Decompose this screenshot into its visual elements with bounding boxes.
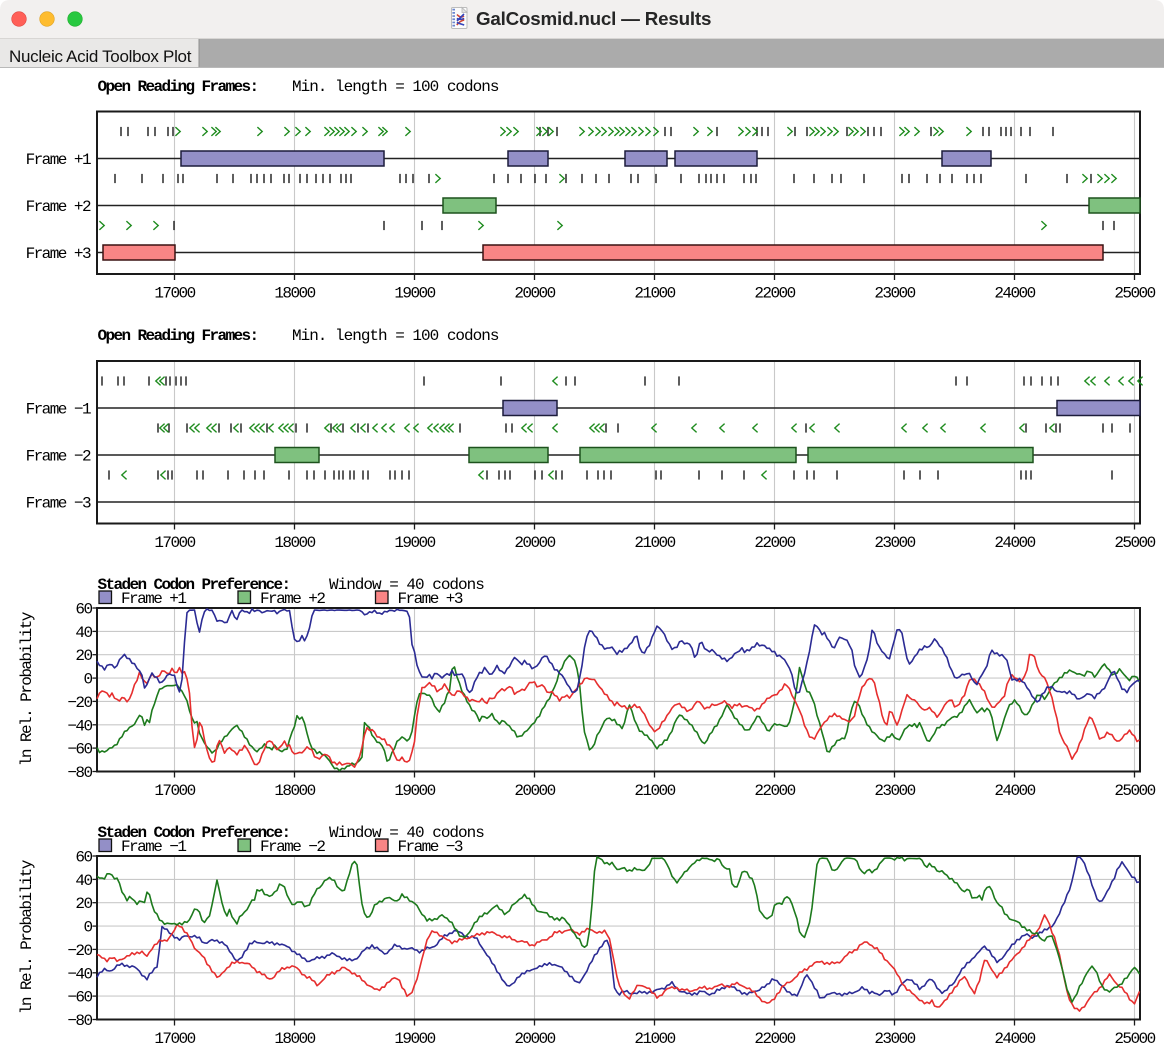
- svg-text:40: 40: [75, 624, 92, 642]
- svg-text:17000: 17000: [154, 1030, 195, 1048]
- svg-text:25000: 25000: [1114, 534, 1155, 552]
- svg-text:24000: 24000: [994, 1030, 1035, 1048]
- svg-text:Nucleic Acid Toolbox Plot: Nucleic Acid Toolbox Plot: [9, 47, 192, 66]
- svg-text:19000: 19000: [394, 285, 435, 303]
- svg-text:−20: −20: [67, 694, 92, 712]
- svg-text:23000: 23000: [874, 534, 915, 552]
- svg-text:22000: 22000: [754, 782, 795, 800]
- svg-text:Frame +3: Frame +3: [398, 590, 463, 608]
- svg-text:18000: 18000: [274, 782, 315, 800]
- svg-text:21000: 21000: [634, 782, 675, 800]
- svg-text:17000: 17000: [154, 782, 195, 800]
- svg-text:Frame +1: Frame +1: [121, 590, 186, 608]
- svg-text:−80: −80: [67, 764, 92, 782]
- svg-text:60: 60: [75, 601, 92, 619]
- svg-text:23000: 23000: [874, 782, 915, 800]
- svg-text:Frame −1: Frame −1: [26, 401, 91, 419]
- svg-text:Frame +2: Frame +2: [26, 198, 91, 216]
- svg-text:Frame −3: Frame −3: [26, 495, 91, 513]
- svg-text:19000: 19000: [394, 782, 435, 800]
- svg-text:23000: 23000: [874, 1030, 915, 1048]
- svg-text:Frame −3: Frame −3: [398, 838, 463, 856]
- svg-text:20000: 20000: [514, 1030, 555, 1048]
- svg-text:Open Reading Frames:: Open Reading Frames:: [98, 327, 258, 345]
- svg-text:ln Rel. Probability: ln Rel. Probability: [18, 859, 36, 1014]
- svg-text:−60: −60: [67, 741, 92, 759]
- svg-text:−60: −60: [67, 989, 92, 1007]
- svg-text:18000: 18000: [274, 534, 315, 552]
- svg-text:20: 20: [75, 647, 92, 665]
- svg-text:22000: 22000: [754, 1030, 795, 1048]
- svg-text:17000: 17000: [154, 285, 195, 303]
- svg-text:17000: 17000: [154, 534, 195, 552]
- svg-text:Frame −2: Frame −2: [26, 448, 91, 466]
- svg-text:−40: −40: [67, 717, 92, 735]
- svg-text:19000: 19000: [394, 1030, 435, 1048]
- svg-text:Frame +1: Frame +1: [26, 151, 91, 169]
- svg-text:20000: 20000: [514, 285, 555, 303]
- svg-text:25000: 25000: [1114, 1030, 1155, 1048]
- svg-text:GalCosmid.nucl — Results: GalCosmid.nucl — Results: [476, 8, 711, 29]
- svg-text:22000: 22000: [754, 285, 795, 303]
- svg-text:24000: 24000: [994, 534, 1035, 552]
- svg-text:Min. length = 100 codons: Min. length = 100 codons: [292, 78, 499, 96]
- svg-text:ln Rel. Probability: ln Rel. Probability: [18, 611, 36, 766]
- svg-text:24000: 24000: [994, 285, 1035, 303]
- svg-text:24000: 24000: [994, 782, 1035, 800]
- svg-text:0: 0: [83, 671, 92, 689]
- svg-text:25000: 25000: [1114, 782, 1155, 800]
- svg-text:18000: 18000: [274, 1030, 315, 1048]
- svg-text:Open Reading Frames:: Open Reading Frames:: [98, 78, 258, 96]
- svg-text:18000: 18000: [274, 285, 315, 303]
- svg-text:Frame −1: Frame −1: [121, 838, 186, 856]
- svg-text:Frame −2: Frame −2: [260, 838, 325, 856]
- svg-text:40: 40: [75, 872, 92, 890]
- svg-text:21000: 21000: [634, 534, 675, 552]
- svg-text:21000: 21000: [634, 1030, 675, 1048]
- svg-text:Min. length = 100 codons: Min. length = 100 codons: [292, 327, 499, 345]
- svg-text:−80: −80: [67, 1012, 92, 1030]
- svg-text:20000: 20000: [514, 534, 555, 552]
- svg-text:19000: 19000: [394, 534, 435, 552]
- svg-text:23000: 23000: [874, 285, 915, 303]
- svg-text:−40: −40: [67, 965, 92, 983]
- svg-text:Frame +3: Frame +3: [26, 245, 91, 263]
- svg-text:0: 0: [83, 919, 92, 937]
- svg-text:20: 20: [75, 895, 92, 913]
- svg-text:21000: 21000: [634, 285, 675, 303]
- svg-text:−20: −20: [67, 942, 92, 960]
- svg-text:25000: 25000: [1114, 285, 1155, 303]
- svg-text:20000: 20000: [514, 782, 555, 800]
- svg-text:22000: 22000: [754, 534, 795, 552]
- svg-text:Frame +2: Frame +2: [260, 590, 325, 608]
- svg-text:60: 60: [75, 849, 92, 867]
